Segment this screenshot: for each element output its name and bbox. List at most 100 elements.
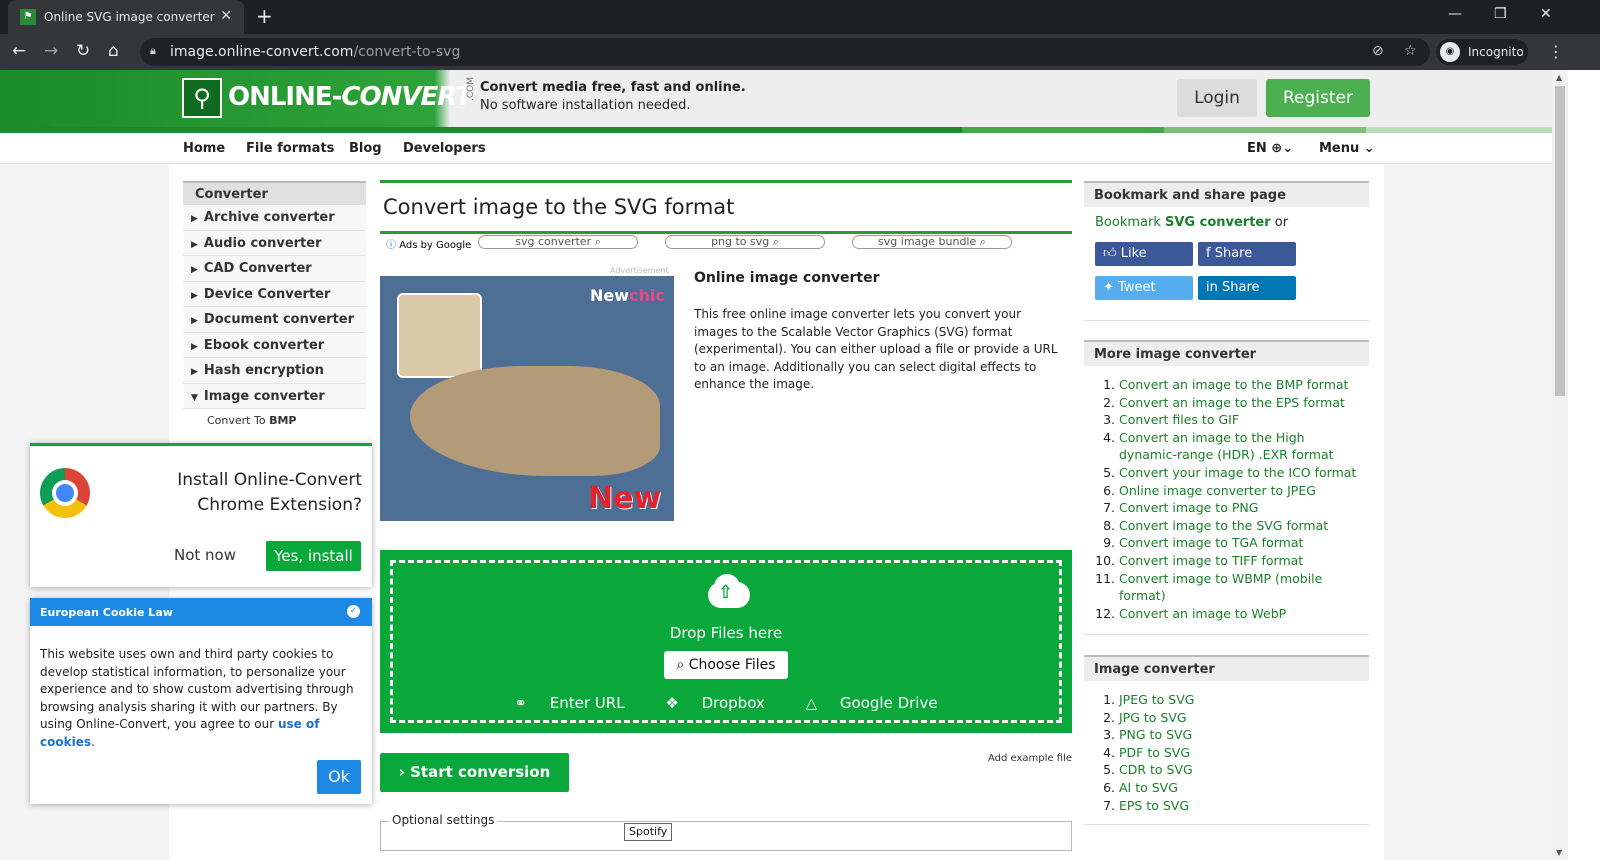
cookie-ok-button[interactable]: Ok (317, 760, 361, 794)
nav-file-formats[interactable]: File formats (246, 141, 334, 156)
sidebar-item-device[interactable]: ▶ Device Converter (183, 281, 366, 307)
not-now-button[interactable]: Not now (174, 546, 236, 564)
dropbox-link[interactable]: ❖ Dropbox (656, 694, 773, 712)
sidebar-subitem-bmp[interactable]: Convert To BMP (183, 409, 366, 433)
back-icon[interactable]: ← (12, 41, 26, 61)
google-drive-link[interactable]: △ Google Drive (797, 694, 947, 712)
incognito-badge[interactable]: ◉ Incognito (1436, 39, 1528, 65)
add-example-file-link[interactable]: Add example file (988, 753, 1072, 764)
sidebar-item-document[interactable]: ▶ Document converter (183, 307, 366, 333)
page-scrollbar[interactable]: ▲ ▼ (1552, 70, 1568, 860)
list-item[interactable]: JPEG to SVG (1119, 691, 1358, 709)
ad-pill-svg-converter[interactable]: svg converter ⌕ (478, 235, 638, 249)
maximize-icon[interactable]: ❐ (1494, 6, 1507, 22)
chrome-extension-question: Install Online-Convert Chrome Extension? (177, 468, 362, 518)
ad-pill-png-to-svg[interactable]: png to svg ⌕ (665, 235, 825, 249)
register-button[interactable]: Register (1266, 79, 1370, 117)
browser-tab[interactable]: ⚑ Online SVG image converter ✕ (8, 0, 244, 34)
list-item[interactable]: Convert an image to the EPS format (1119, 394, 1358, 412)
list-item[interactable]: Convert an image to the BMP format (1119, 376, 1358, 394)
list-item[interactable]: Convert an image to the High dynamic-ran… (1119, 429, 1358, 464)
shoe-advertisement[interactable]: Newchic New (380, 276, 674, 521)
bookmark-link[interactable]: SVG converter (1165, 215, 1271, 230)
list-item[interactable]: PDF to SVG (1119, 744, 1358, 762)
facebook-share-button[interactable]: f Share (1198, 242, 1296, 266)
list-item[interactable]: Convert files to GIF (1119, 411, 1358, 429)
sidebar-item-label: Device Converter (203, 286, 331, 302)
minimize-icon[interactable]: — (1448, 6, 1462, 22)
list-item[interactable]: PNG to SVG (1119, 726, 1358, 744)
lock-icon[interactable]: 🔒︎ (150, 44, 156, 58)
scroll-down-icon[interactable]: ▼ (1556, 848, 1562, 857)
file-dropzone[interactable]: ⇧ Drop Files here ⌕ Choose Files ⚭ Enter… (380, 550, 1072, 733)
list-item[interactable]: EPS to SVG (1119, 797, 1358, 815)
language-label: EN (1247, 141, 1267, 156)
bookmark-text: Bookmark (1095, 215, 1165, 230)
eye-off-icon[interactable]: ⊘ (1372, 43, 1384, 59)
chevron-right-icon: › (398, 763, 405, 781)
close-window-icon[interactable]: ✕ (1540, 6, 1552, 22)
forward-icon[interactable]: → (44, 41, 58, 61)
nav-blog[interactable]: Blog (349, 141, 382, 156)
sidebar-item-cad[interactable]: ▶ CAD Converter (183, 256, 366, 282)
tweet-button[interactable]: ✦ Tweet (1095, 276, 1193, 300)
scrollbar-thumb[interactable] (1555, 86, 1565, 396)
chevron-down-icon: ⌄ (1282, 141, 1294, 156)
sidebar-item-image[interactable]: ▼ Image converter (183, 383, 366, 409)
language-selector[interactable]: EN ⊕⌄ (1247, 141, 1293, 156)
address-bar[interactable]: 🔒︎ image.online-convert.com/convert-to-s… (140, 38, 1430, 66)
list-item[interactable]: Convert image to the SVG format (1119, 517, 1358, 535)
site-logo[interactable]: ⚲ ONLINE-CONVERT .COM (182, 76, 476, 122)
sidebar-item-archive[interactable]: ▶ Archive converter (183, 205, 366, 231)
ad-pill-svg-image-bundle[interactable]: svg image bundle ⌕ (852, 235, 1012, 249)
star-icon[interactable]: ☆ (1404, 43, 1417, 59)
nav-home[interactable]: Home (183, 141, 225, 156)
list-item[interactable]: Convert your image to the ICO format (1119, 464, 1358, 482)
linkedin-share-button[interactable]: in Share (1198, 276, 1296, 300)
list-item[interactable]: Online image converter to JPEG (1119, 482, 1358, 500)
caret-right-icon: ▶ (191, 290, 198, 301)
facebook-like-button[interactable]: 👍︎ Like (1095, 242, 1193, 266)
yes-install-button[interactable]: Yes, install (266, 541, 361, 571)
home-icon[interactable]: ⌂ (108, 41, 119, 61)
question-line-1: Install Online-Convert (177, 470, 362, 490)
list-item[interactable]: Convert image to TGA format (1119, 534, 1358, 552)
ad-new-label: New (588, 481, 662, 516)
choose-files-label: Choose Files (688, 657, 776, 673)
description-text: This free online image converter lets yo… (694, 307, 1058, 392)
incognito-icon: ◉ (1440, 42, 1460, 62)
browser-tabbar: ⚑ Online SVG image converter ✕ + — ❐ ✕ (0, 0, 1600, 34)
enter-url-link[interactable]: ⚭ Enter URL (505, 694, 633, 712)
start-conversion-button[interactable]: › Start conversion (380, 753, 569, 792)
nav-developers[interactable]: Developers (403, 141, 486, 156)
choose-files-button[interactable]: ⌕ Choose Files (664, 651, 788, 679)
list-item[interactable]: JPG to SVG (1119, 709, 1358, 727)
close-tab-icon[interactable]: ✕ (220, 8, 232, 24)
more-menu-icon[interactable]: ⋮ (1548, 42, 1564, 61)
scroll-up-icon[interactable]: ▲ (1556, 73, 1562, 82)
ad-thumbnail (397, 293, 482, 378)
browser-toolbar: ← → ↻ ⌂ 🔒︎ image.online-convert.com/conv… (0, 34, 1600, 70)
login-button[interactable]: Login (1177, 79, 1257, 117)
list-item[interactable]: Convert image to TIFF format (1119, 552, 1358, 570)
list-item[interactable]: Convert an image to WebP (1119, 605, 1358, 623)
ads-bar: ⓘ Ads by Google svg converter ⌕ png to s… (380, 231, 1072, 251)
new-tab-icon[interactable]: + (256, 4, 273, 28)
list-item[interactable]: Convert image to PNG (1119, 499, 1358, 517)
menu-button[interactable]: Menu ⌄ (1319, 141, 1375, 156)
caret-right-icon: ▶ (191, 367, 198, 377)
ad-brand-1: New (590, 286, 630, 305)
sidebar-item-ebook[interactable]: ▶ Ebook converter (183, 332, 366, 358)
caret-right-icon: ▶ (191, 341, 198, 352)
sidebar-item-label: CAD Converter (203, 261, 312, 276)
sidebar-item-audio[interactable]: ▶ Audio converter (183, 230, 366, 256)
reload-icon[interactable]: ↻ (76, 41, 90, 61)
check-icon[interactable]: ✓ (347, 605, 360, 618)
list-item[interactable]: AI to SVG (1119, 779, 1358, 797)
ads-by-google[interactable]: ⓘ Ads by Google (386, 236, 471, 251)
sidebar-item-hash[interactable]: ▶ Hash encryption (183, 358, 366, 384)
ad-pill-label: svg image bundle (878, 235, 977, 248)
start-conversion-label: Start conversion (410, 763, 551, 781)
list-item[interactable]: Convert image to WBMP (mobile format) (1119, 570, 1358, 605)
list-item[interactable]: CDR to SVG (1119, 761, 1358, 779)
